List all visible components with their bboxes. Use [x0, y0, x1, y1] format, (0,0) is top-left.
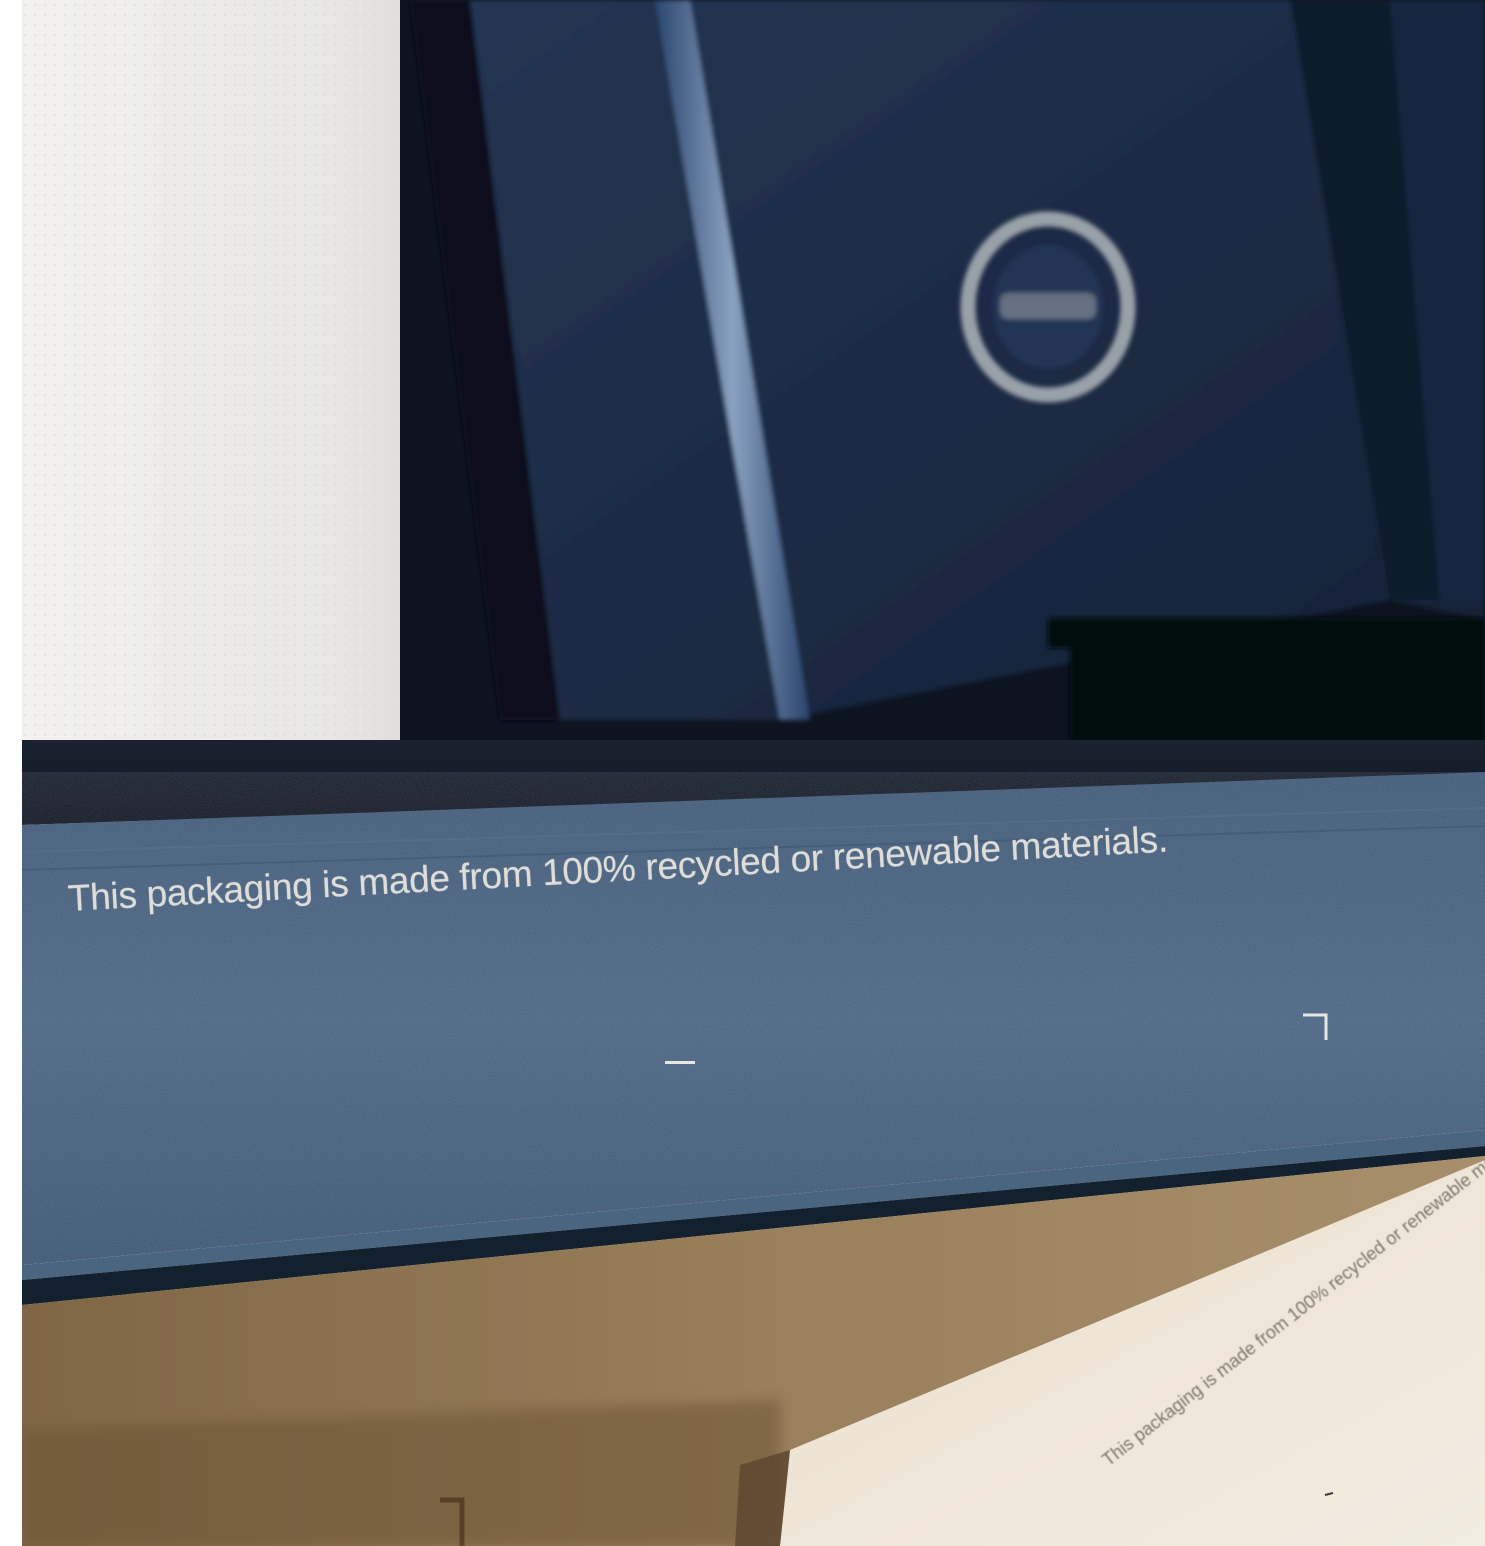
laptop-lid	[410, 0, 1485, 720]
packaging-photo: This packaging is made from 100% recycle…	[0, 0, 1485, 1546]
photo-scene	[0, 0, 1485, 1546]
printed-mark-dash	[665, 1061, 695, 1064]
